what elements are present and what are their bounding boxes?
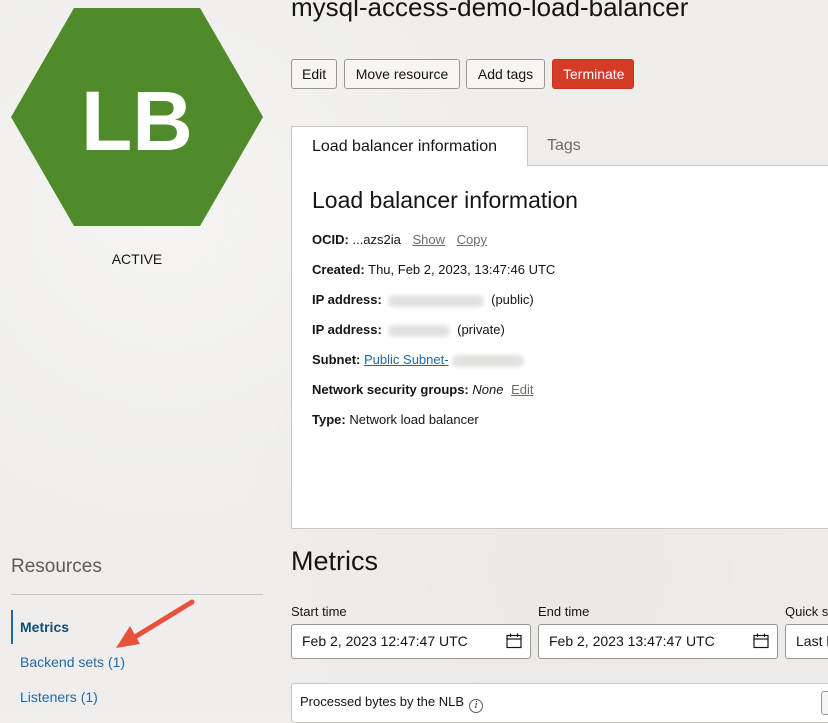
ocid-show-link[interactable]: Show xyxy=(413,232,446,247)
end-time-value: Feb 2, 2023 13:47:47 UTC xyxy=(549,633,715,649)
quick-select-dropdown[interactable]: Last h xyxy=(785,624,828,659)
avatar-initials: LB xyxy=(81,74,193,168)
nsg-label: Network security groups: xyxy=(312,382,469,397)
chart-options-button[interactable] xyxy=(821,691,828,715)
nsg-row: Network security groups: None Edit xyxy=(312,382,534,398)
tab-load-balancer-information[interactable]: Load balancer information xyxy=(291,126,528,166)
add-tags-button[interactable]: Add tags xyxy=(466,59,545,89)
created-value: Thu, Feb 2, 2023, 13:47:46 UTC xyxy=(368,262,556,277)
resources-heading: Resources xyxy=(11,556,102,577)
nsg-value: None xyxy=(472,382,504,397)
move-resource-button[interactable]: Move resource xyxy=(344,59,460,89)
ocid-copy-link[interactable]: Copy xyxy=(457,232,487,247)
info-icon[interactable]: i xyxy=(469,699,484,713)
chart-title: Processed bytes by the NLB i xyxy=(300,694,484,713)
ip-public-row: IP address: (public) xyxy=(312,292,534,308)
type-row: Type: Network load balancer xyxy=(312,412,479,428)
quick-select-label: Quick s xyxy=(785,604,828,619)
tab-tags[interactable]: Tags xyxy=(528,126,608,166)
ocid-row: OCID: ...azs2ia Show Copy xyxy=(312,232,487,248)
type-label: Type: xyxy=(312,412,346,427)
ip-private-label: IP address: xyxy=(312,322,382,337)
type-value: Network load balancer xyxy=(349,412,479,427)
info-heading: Load balancer information xyxy=(312,187,578,213)
ip-private-suffix: (private) xyxy=(457,322,505,337)
calendar-icon[interactable] xyxy=(753,633,769,649)
status-label: ACTIVE xyxy=(111,251,163,267)
ip-public-suffix: (public) xyxy=(491,292,534,307)
subnet-link[interactable]: Public Subnet- xyxy=(364,352,449,367)
subnet-row: Subnet: Public Subnet- xyxy=(312,352,527,368)
redacted-ip-private xyxy=(388,324,451,337)
nsg-edit-link[interactable]: Edit xyxy=(511,382,533,397)
annotation-arrow-icon xyxy=(116,599,195,648)
end-time-label: End time xyxy=(538,604,590,619)
created-row: Created: Thu, Feb 2, 2023, 13:47:46 UTC xyxy=(312,262,555,278)
resource-link-listeners[interactable]: Listeners (1) xyxy=(11,680,263,714)
ocid-label: OCID: xyxy=(312,232,349,247)
subnet-label: Subnet: xyxy=(312,352,361,367)
ip-private-row: IP address: (private) xyxy=(312,322,505,338)
created-label: Created: xyxy=(312,262,365,277)
page-title: mysql-access-demo-load-balancer xyxy=(291,0,689,22)
calendar-icon[interactable] xyxy=(506,633,522,649)
terminate-button[interactable]: Terminate xyxy=(552,59,634,89)
resources-divider xyxy=(11,594,263,595)
ocid-value: ...azs2ia xyxy=(352,232,401,247)
quick-select-value: Last h xyxy=(796,633,828,649)
resource-avatar: LB xyxy=(11,8,263,226)
redacted-subnet xyxy=(451,354,524,367)
start-time-input[interactable]: Feb 2, 2023 12:47:47 UTC xyxy=(291,624,531,659)
ip-public-label: IP address: xyxy=(312,292,382,307)
end-time-input[interactable]: Feb 2, 2023 13:47:47 UTC xyxy=(538,624,778,659)
start-time-value: Feb 2, 2023 12:47:47 UTC xyxy=(302,633,468,649)
metrics-heading: Metrics xyxy=(291,546,378,576)
info-panel xyxy=(291,165,828,529)
chart-title-text: Processed bytes by the NLB xyxy=(300,694,465,709)
edit-button[interactable]: Edit xyxy=(291,59,337,89)
redacted-ip-public xyxy=(388,294,485,307)
start-time-label: Start time xyxy=(291,604,347,619)
